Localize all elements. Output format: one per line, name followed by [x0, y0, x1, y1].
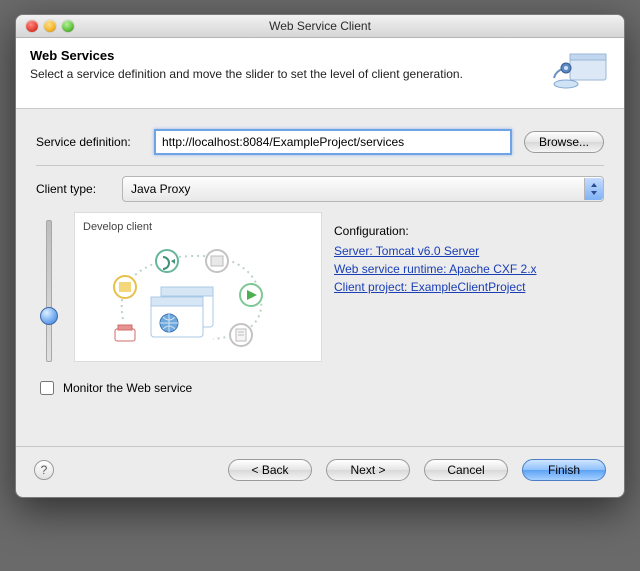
next-button[interactable]: Next > — [326, 459, 410, 481]
runtime-link[interactable]: Web service runtime: Apache CXF 2.x — [334, 262, 537, 276]
chevron-up-down-icon — [584, 178, 603, 200]
server-link[interactable]: Server: Tomcat v6.0 Server — [334, 244, 537, 258]
service-definition-row: Service definition: Browse... — [36, 129, 604, 155]
back-button[interactable]: < Back — [228, 459, 312, 481]
monitor-row: Monitor the Web service — [36, 378, 604, 398]
lifecycle-diagram-icon — [83, 239, 293, 349]
generation-level-slider[interactable] — [46, 220, 52, 362]
client-type-row: Client type: Java Proxy — [36, 176, 604, 202]
banner-description: Select a service definition and move the… — [30, 67, 463, 83]
slider-thumb[interactable] — [40, 307, 58, 325]
configuration-heading: Configuration: — [334, 224, 537, 238]
wizard-window: Web Service Client Web Services Select a… — [15, 14, 625, 498]
wizard-banner: Web Services Select a service definition… — [16, 38, 624, 109]
monitor-label: Monitor the Web service — [63, 381, 192, 395]
stage-preview: Develop client — [74, 212, 322, 362]
configuration-panel: Configuration: Server: Tomcat v6.0 Serve… — [334, 212, 537, 362]
divider — [36, 165, 604, 166]
service-definition-label: Service definition: — [36, 135, 154, 149]
client-type-label: Client type: — [36, 182, 122, 196]
help-icon[interactable]: ? — [34, 460, 54, 480]
web-service-icon — [552, 48, 610, 98]
banner-heading: Web Services — [30, 48, 463, 63]
monitor-checkbox[interactable] — [40, 381, 54, 395]
wizard-footer: ? < Back Next > Cancel Finish — [16, 446, 624, 497]
client-type-combo[interactable]: Java Proxy — [122, 176, 604, 202]
window-title: Web Service Client — [16, 19, 624, 33]
cancel-button[interactable]: Cancel — [424, 459, 508, 481]
stage-label: Develop client — [83, 221, 313, 233]
service-definition-input[interactable] — [154, 129, 512, 155]
titlebar: Web Service Client — [16, 15, 624, 38]
finish-button[interactable]: Finish — [522, 459, 606, 481]
client-project-link[interactable]: Client project: ExampleClientProject — [334, 280, 537, 294]
browse-button[interactable]: Browse... — [524, 131, 604, 153]
client-type-value: Java Proxy — [131, 182, 190, 196]
